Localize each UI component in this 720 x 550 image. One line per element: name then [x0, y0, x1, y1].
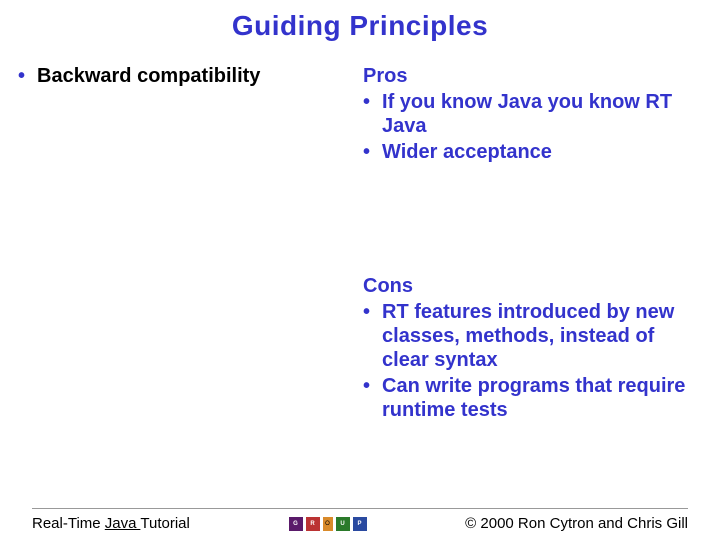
logo-letter-u: U: [336, 517, 350, 531]
footer-logo: G R O U P: [289, 517, 367, 531]
logo-letter-g: G: [289, 517, 303, 531]
slide-title: Guiding Principles: [0, 10, 720, 42]
pros-heading: Pros: [363, 64, 702, 88]
bullet-icon: •: [363, 90, 370, 114]
cons-heading: Cons: [363, 274, 702, 298]
left-bullet-1-text: Backward compatibility: [37, 64, 260, 88]
footer-divider: [32, 508, 688, 509]
left-column: • Backward compatibility: [18, 64, 363, 424]
footer-left-pre: Real-Time: [32, 515, 105, 532]
pros-item-1: • If you know Java you know RT Java: [363, 90, 702, 138]
cons-block: Cons • RT features introduced by new cla…: [363, 274, 702, 422]
cons-item-2-text: Can write programs that require runtime …: [382, 374, 702, 422]
footer-row: Real-Time Java Tutorial G R O U P © 2000…: [32, 515, 688, 532]
logo-letter-r: R: [306, 517, 320, 531]
footer-left-underline: Java: [105, 515, 141, 532]
right-column: Pros • If you know Java you know RT Java…: [363, 64, 702, 424]
bullet-icon: •: [363, 374, 370, 398]
slide-body: • Backward compatibility Pros • If you k…: [0, 64, 720, 424]
bullet-icon: •: [363, 140, 370, 164]
left-bullet-1: • Backward compatibility: [18, 64, 363, 88]
footer-left-post: Tutorial: [140, 515, 189, 532]
logo-letter-o: O: [323, 517, 333, 531]
pros-item-2: • Wider acceptance: [363, 140, 702, 164]
slide-footer: Real-Time Java Tutorial G R O U P © 2000…: [0, 508, 720, 532]
cons-item-1-text: RT features introduced by new classes, m…: [382, 300, 702, 372]
bullet-icon: •: [363, 300, 370, 324]
cons-item-2: • Can write programs that require runtim…: [363, 374, 702, 422]
logo-letter-p: P: [353, 517, 367, 531]
bullet-icon: •: [18, 64, 25, 88]
pros-block: Pros • If you know Java you know RT Java…: [363, 64, 702, 164]
footer-left: Real-Time Java Tutorial: [32, 515, 190, 532]
pros-item-2-text: Wider acceptance: [382, 140, 552, 164]
cons-item-1: • RT features introduced by new classes,…: [363, 300, 702, 372]
footer-copyright: © 2000 Ron Cytron and Chris Gill: [465, 515, 688, 532]
pros-item-1-text: If you know Java you know RT Java: [382, 90, 702, 138]
